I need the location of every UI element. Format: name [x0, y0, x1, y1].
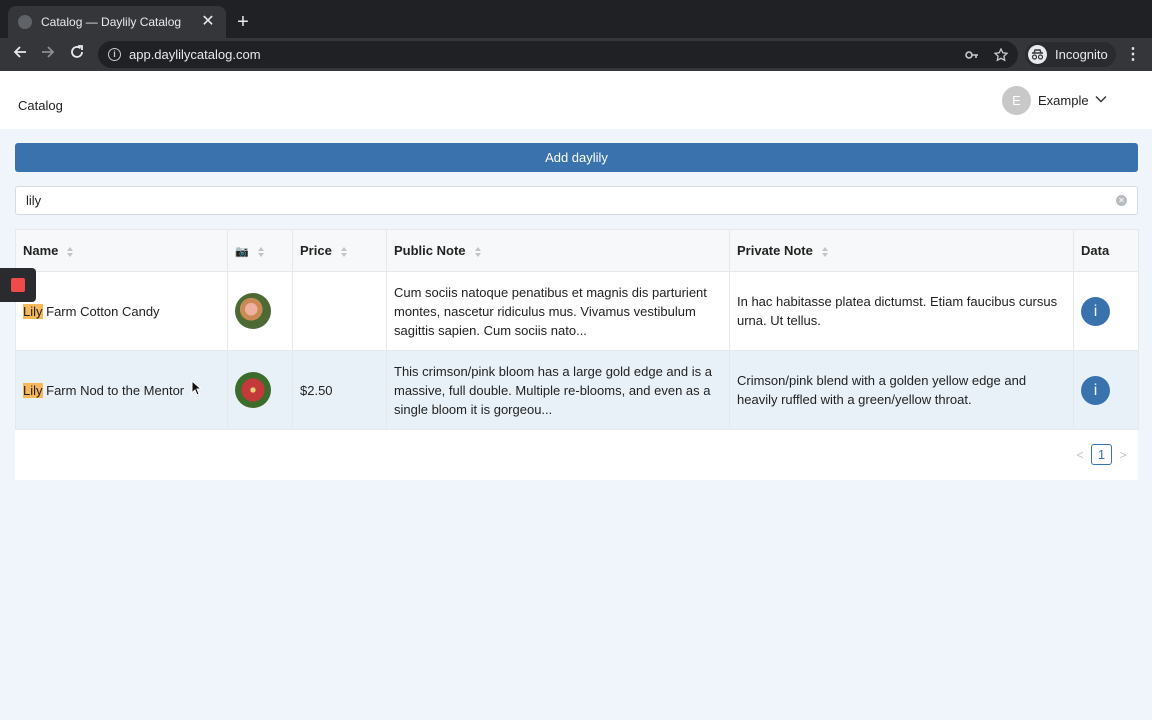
search-field: ✕: [15, 186, 1138, 215]
avatar[interactable]: E: [1002, 86, 1031, 115]
new-tab-icon[interactable]: +: [234, 12, 252, 32]
column-header-name[interactable]: Name: [15, 229, 228, 272]
key-icon[interactable]: [965, 41, 979, 68]
tab-title: Catalog — Daylily Catalog: [41, 15, 182, 29]
star-icon[interactable]: [993, 41, 1009, 68]
address-bar[interactable]: i app.daylilycatalog.com: [98, 41, 1018, 68]
column-header-label: Name: [23, 243, 59, 258]
cell-data: i: [1073, 271, 1139, 351]
catalog-table: Name 📷 Price Public Note Private Note Da…: [15, 229, 1139, 480]
back-icon[interactable]: [9, 44, 31, 64]
table-header-row: Name 📷 Price Public Note Private Note Da…: [15, 229, 1139, 272]
next-page-icon[interactable]: >: [1116, 448, 1130, 462]
chevron-down-icon[interactable]: [1094, 92, 1108, 106]
info-button[interactable]: i: [1081, 375, 1110, 405]
stop-recording-button[interactable]: [0, 268, 36, 302]
clear-icon[interactable]: ✕: [1116, 195, 1127, 206]
nav-active-indicator: [0, 127, 82, 129]
column-header-label: Price: [300, 243, 332, 258]
search-highlight: Lily: [23, 382, 43, 398]
cell-photo: [227, 350, 293, 430]
tab-close-icon[interactable]: ✕: [200, 14, 216, 30]
mouse-cursor-icon: [191, 380, 201, 396]
cell-data: i: [1073, 350, 1139, 430]
globe-icon: [18, 15, 32, 29]
column-header-label: Public Note: [394, 243, 466, 258]
camera-icon: 📷: [235, 246, 249, 258]
column-header-label: Data: [1081, 243, 1110, 258]
url-text: app.daylilycatalog.com: [129, 47, 261, 62]
browser-tabstrip: Catalog — Daylily Catalog ✕ +: [0, 0, 1152, 38]
cell-private-note: Crimson/pink blend with a golden yellow …: [729, 350, 1074, 430]
column-header-label: Private Note: [737, 243, 813, 258]
daylily-thumbnail[interactable]: [235, 293, 271, 329]
column-header-price[interactable]: Price: [292, 229, 387, 272]
daylily-thumbnail[interactable]: [235, 372, 271, 408]
cell-name: Lily Farm Cotton Candy: [15, 271, 228, 351]
app-header: Catalog E Example: [0, 71, 1152, 129]
column-header-data: Data: [1073, 229, 1139, 272]
cell-private-note: In hac habitasse platea dictumst. Etiam …: [729, 271, 1074, 351]
reload-icon[interactable]: [66, 44, 88, 64]
sort-icon[interactable]: [340, 246, 348, 258]
cell-price: [292, 271, 387, 351]
cell-public-note: Cum sociis natoque penatibus et magnis d…: [386, 271, 730, 351]
sort-icon[interactable]: [474, 246, 482, 258]
page-number[interactable]: 1: [1091, 444, 1112, 465]
sort-icon[interactable]: [821, 246, 829, 258]
user-name[interactable]: Example: [1038, 93, 1089, 108]
incognito-label: Incognito: [1055, 47, 1108, 62]
add-daylily-button[interactable]: Add daylily: [15, 143, 1138, 172]
info-icon[interactable]: i: [108, 48, 121, 61]
sort-icon[interactable]: [66, 246, 74, 258]
pagination: < 1 >: [1073, 444, 1130, 465]
incognito-badge[interactable]: Incognito: [1025, 42, 1116, 67]
cell-public-note: This crimson/pink bloom has a large gold…: [386, 350, 730, 430]
browser-tab[interactable]: Catalog — Daylily Catalog ✕: [8, 6, 226, 38]
column-header-private-note[interactable]: Private Note: [729, 229, 1074, 272]
search-input[interactable]: [16, 187, 1096, 214]
sort-icon[interactable]: [257, 246, 265, 258]
search-highlight: Lily: [23, 303, 43, 319]
table-row[interactable]: Lily Farm Nod to the Mentor $2.50 This c…: [15, 350, 1139, 430]
name-text: Farm Cotton Candy: [42, 303, 160, 319]
cell-photo: [227, 271, 293, 351]
stop-icon: [11, 278, 25, 292]
column-header-photo[interactable]: 📷: [227, 229, 293, 272]
nav-item-catalog[interactable]: Catalog: [18, 98, 63, 113]
name-text: Farm Nod to the Mentor: [42, 382, 185, 398]
table-row[interactable]: Lily Farm Cotton Candy Cum sociis natoqu…: [15, 271, 1139, 351]
info-button[interactable]: i: [1081, 296, 1110, 326]
column-header-public-note[interactable]: Public Note: [386, 229, 730, 272]
incognito-icon: [1028, 45, 1047, 64]
menu-icon[interactable]: ⋮: [1125, 44, 1141, 66]
prev-page-icon[interactable]: <: [1073, 448, 1087, 462]
cell-price: $2.50: [292, 350, 387, 430]
forward-icon[interactable]: [37, 44, 59, 64]
browser-toolbar: i app.daylilycatalog.com Incognito ⋮: [0, 38, 1152, 71]
